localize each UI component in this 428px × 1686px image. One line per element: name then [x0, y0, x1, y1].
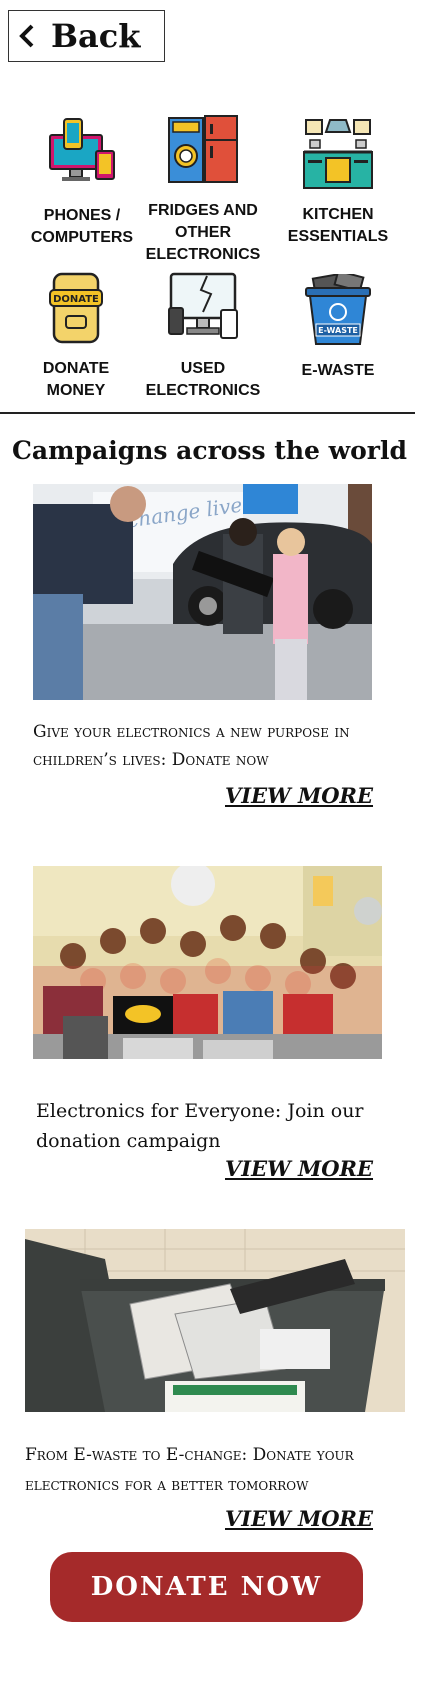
back-button[interactable]: Back: [8, 10, 165, 62]
svg-text:E-WASTE: E-WASTE: [318, 326, 358, 335]
donate-now-button[interactable]: DONATE NOW: [50, 1552, 363, 1622]
view-more-link-3[interactable]: VIEW MORE: [225, 1506, 373, 1531]
kitchen-icon: [303, 119, 373, 189]
section-title: Campaigns across the world: [12, 436, 407, 465]
category-label: KITCHEN ESSENTIALS: [287, 206, 389, 245]
campaign-image-2[interactable]: [33, 866, 382, 1059]
donate-phone-icon: DONATE: [49, 272, 103, 344]
view-more-link-2[interactable]: VIEW MORE: [225, 1156, 373, 1181]
fridge-washer-icon: [168, 115, 238, 183]
ewaste-bin-icon: E-WASTE: [305, 274, 371, 345]
category-used-electronics[interactable]: USED ELECTRONICS: [133, 272, 273, 402]
category-phones-computers[interactable]: PHONES / COMPUTERS: [12, 117, 152, 249]
category-label: PHONES / COMPUTERS: [30, 207, 134, 246]
back-label: Back: [51, 17, 141, 55]
chevron-left-icon: [19, 24, 34, 48]
phone-computer-icon: [49, 118, 115, 181]
campaign-image-1[interactable]: change lives: [33, 484, 372, 700]
category-label: E-WASTE: [301, 362, 375, 379]
campaign-title-3: From E-waste to E-change: Donate your el…: [25, 1445, 354, 1495]
category-ewaste[interactable]: E-WASTE E-WASTE: [268, 274, 408, 382]
broken-electronics-icon: [168, 272, 238, 339]
category-label: USED ELECTRONICS: [145, 360, 261, 399]
category-label: DONATE MONEY: [42, 360, 110, 399]
section-divider: [0, 412, 415, 414]
campaign-title-1: Give your electronics a new purpose in c…: [33, 722, 350, 770]
category-grid: PHONES / COMPUTERS FRIDGES AND OTHER ELE…: [0, 112, 428, 402]
view-more-link-1[interactable]: VIEW MORE: [225, 783, 373, 808]
campaign-image-3[interactable]: [25, 1229, 405, 1412]
category-donate-money[interactable]: DONATE DONATE MONEY: [6, 272, 146, 402]
category-kitchen[interactable]: KITCHEN ESSENTIALS: [268, 118, 408, 248]
category-fridges[interactable]: FRIDGES AND OTHER ELECTRONICS: [133, 114, 273, 266]
svg-text:DONATE: DONATE: [53, 294, 99, 305]
campaign-title-2: Electronics for Everyone: Join our donat…: [36, 1100, 364, 1152]
category-label: FRIDGES AND OTHER ELECTRONICS: [145, 202, 261, 263]
